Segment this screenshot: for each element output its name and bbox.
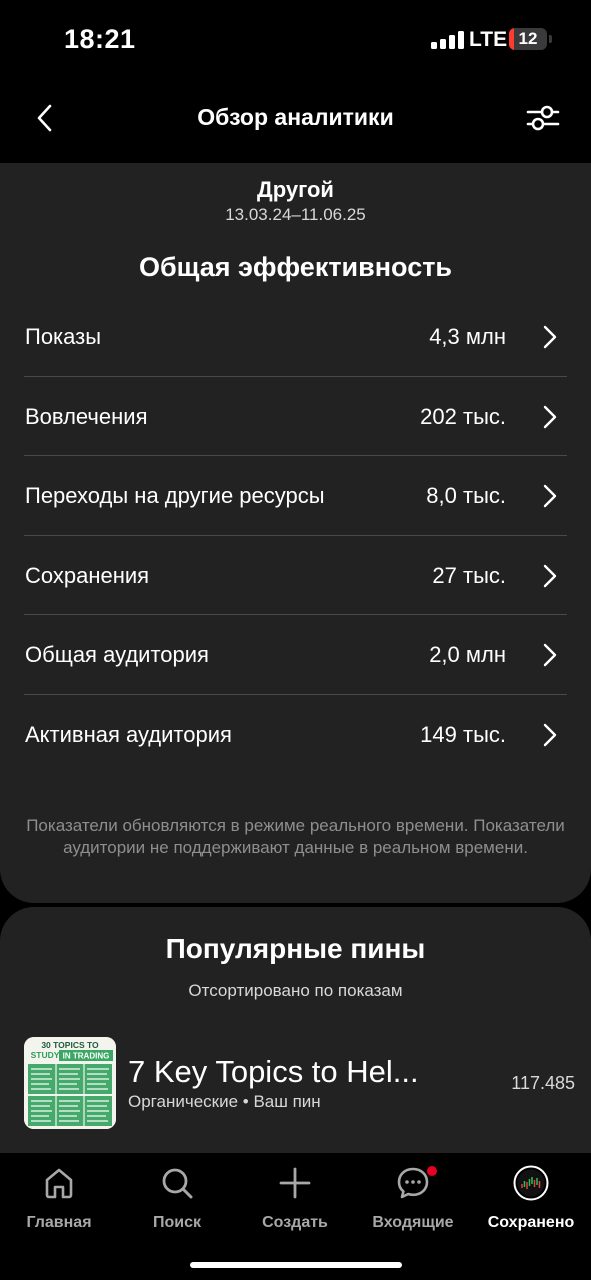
profile-icon: [513, 1165, 549, 1201]
pin-thumb-line1: 30 TOPICS TO: [41, 1040, 99, 1050]
plus-icon: [279, 1167, 311, 1199]
realtime-disclaimer: Показатели обновляются в режиме реальног…: [26, 816, 565, 857]
tab-inbox[interactable]: Входящие: [354, 1165, 472, 1235]
metric-row-engagements[interactable]: Вовлечения 202 тыс.: [24, 377, 567, 456]
metric-row-saves[interactable]: Сохранения 27 тыс.: [24, 536, 567, 615]
popular-pins-card: Популярные пины Отсортировано по показам…: [0, 907, 591, 1167]
metric-label: Вовлечения: [25, 403, 148, 429]
cellular-signal-icon: [431, 31, 465, 49]
metric-row-outbound-clicks[interactable]: Переходы на другие ресурсы 8,0 тыс.: [24, 456, 567, 536]
chevron-right-icon: [543, 723, 557, 746]
battery-icon: 12: [509, 28, 547, 50]
metric-label: Общая аудитория: [25, 642, 209, 667]
tab-home[interactable]: Главная: [0, 1165, 118, 1235]
metric-row-engaged-audience[interactable]: Активная аудитория 149 тыс.: [24, 695, 567, 775]
notification-badge: [426, 1165, 438, 1177]
network-type: LTE: [469, 28, 508, 51]
metric-label: Активная аудитория: [25, 721, 232, 747]
chevron-right-icon: [543, 325, 557, 349]
pin-thumb-line2a: STUDY: [31, 1050, 60, 1060]
metric-value: 4,3 млн: [429, 324, 506, 349]
filter-button[interactable]: [520, 98, 566, 138]
chevron-right-icon: [543, 405, 557, 428]
metric-row-impressions[interactable]: Показы 4,3 млн: [24, 297, 567, 377]
home-icon: [45, 1168, 73, 1199]
status-bar: 18:21 LTE 12: [0, 0, 591, 80]
date-range: 13.03.24–11.06.25: [225, 205, 366, 224]
clock: 18:21: [64, 24, 136, 54]
nav-header: Обзор аналитики: [0, 80, 591, 158]
metric-value: 149 тыс.: [420, 721, 506, 747]
tab-label: Входящие: [372, 1214, 454, 1231]
metric-value: 2,0 млн: [429, 642, 506, 667]
metric-label: Переходы на другие ресурсы: [25, 483, 325, 508]
page-title: Обзор аналитики: [197, 104, 394, 130]
chevron-right-icon: [543, 484, 557, 508]
tab-create[interactable]: Создать: [236, 1165, 354, 1235]
section-title: Общая эффективность: [138, 252, 453, 282]
pin-thumb-line2b: IN TRADING: [63, 1052, 110, 1061]
pin-meta: Органические • Ваш пин: [128, 1092, 321, 1111]
pin-thumbnail: 30 TOPICS TO STUDY IN TRADING: [24, 1037, 116, 1129]
pin-list-item[interactable]: 30 TOPICS TO STUDY IN TRADING 7 Key Topi…: [24, 1037, 579, 1129]
tab-search[interactable]: Поиск: [118, 1165, 236, 1235]
tab-label: Сохранено: [487, 1214, 575, 1231]
metric-value: 8,0 тыс.: [426, 483, 506, 508]
tab-label: Поиск: [152, 1214, 201, 1231]
search-icon: [162, 1168, 193, 1199]
bottom-tab-bar: Главная Поиск Создать Входящие Сохранено: [0, 1153, 591, 1280]
sort-label: Отсортировано по показам: [188, 981, 403, 1000]
tab-saved[interactable]: Сохранено: [472, 1165, 590, 1235]
pin-title: 7 Key Topics to Hel...: [128, 1054, 419, 1089]
battery-nub: [549, 35, 552, 43]
metric-row-total-audience[interactable]: Общая аудитория 2,0 млн: [24, 615, 567, 695]
metric-value: 27 тыс.: [432, 562, 506, 588]
tab-label: Создать: [262, 1214, 328, 1231]
overview-card: Другой 13.03.24–11.06.25 Общая эффективн…: [0, 163, 591, 903]
metrics-list: Показы 4,3 млн Вовлечения 202 тыс. Перех…: [24, 297, 567, 774]
sliders-icon: [526, 105, 560, 131]
source-label: Другой: [257, 177, 334, 202]
home-indicator[interactable]: [190, 1262, 402, 1268]
battery-level: 12: [518, 29, 538, 48]
chevron-right-icon: [543, 643, 557, 667]
metric-label: Сохранения: [25, 562, 150, 588]
pin-impressions: 117.485: [511, 1073, 575, 1093]
tab-label: Главная: [26, 1214, 92, 1231]
popular-pins-title: Популярные пины: [165, 933, 426, 964]
chevron-right-icon: [543, 564, 557, 587]
metric-value: 202 тыс.: [420, 403, 506, 429]
metric-label: Показы: [25, 324, 102, 349]
